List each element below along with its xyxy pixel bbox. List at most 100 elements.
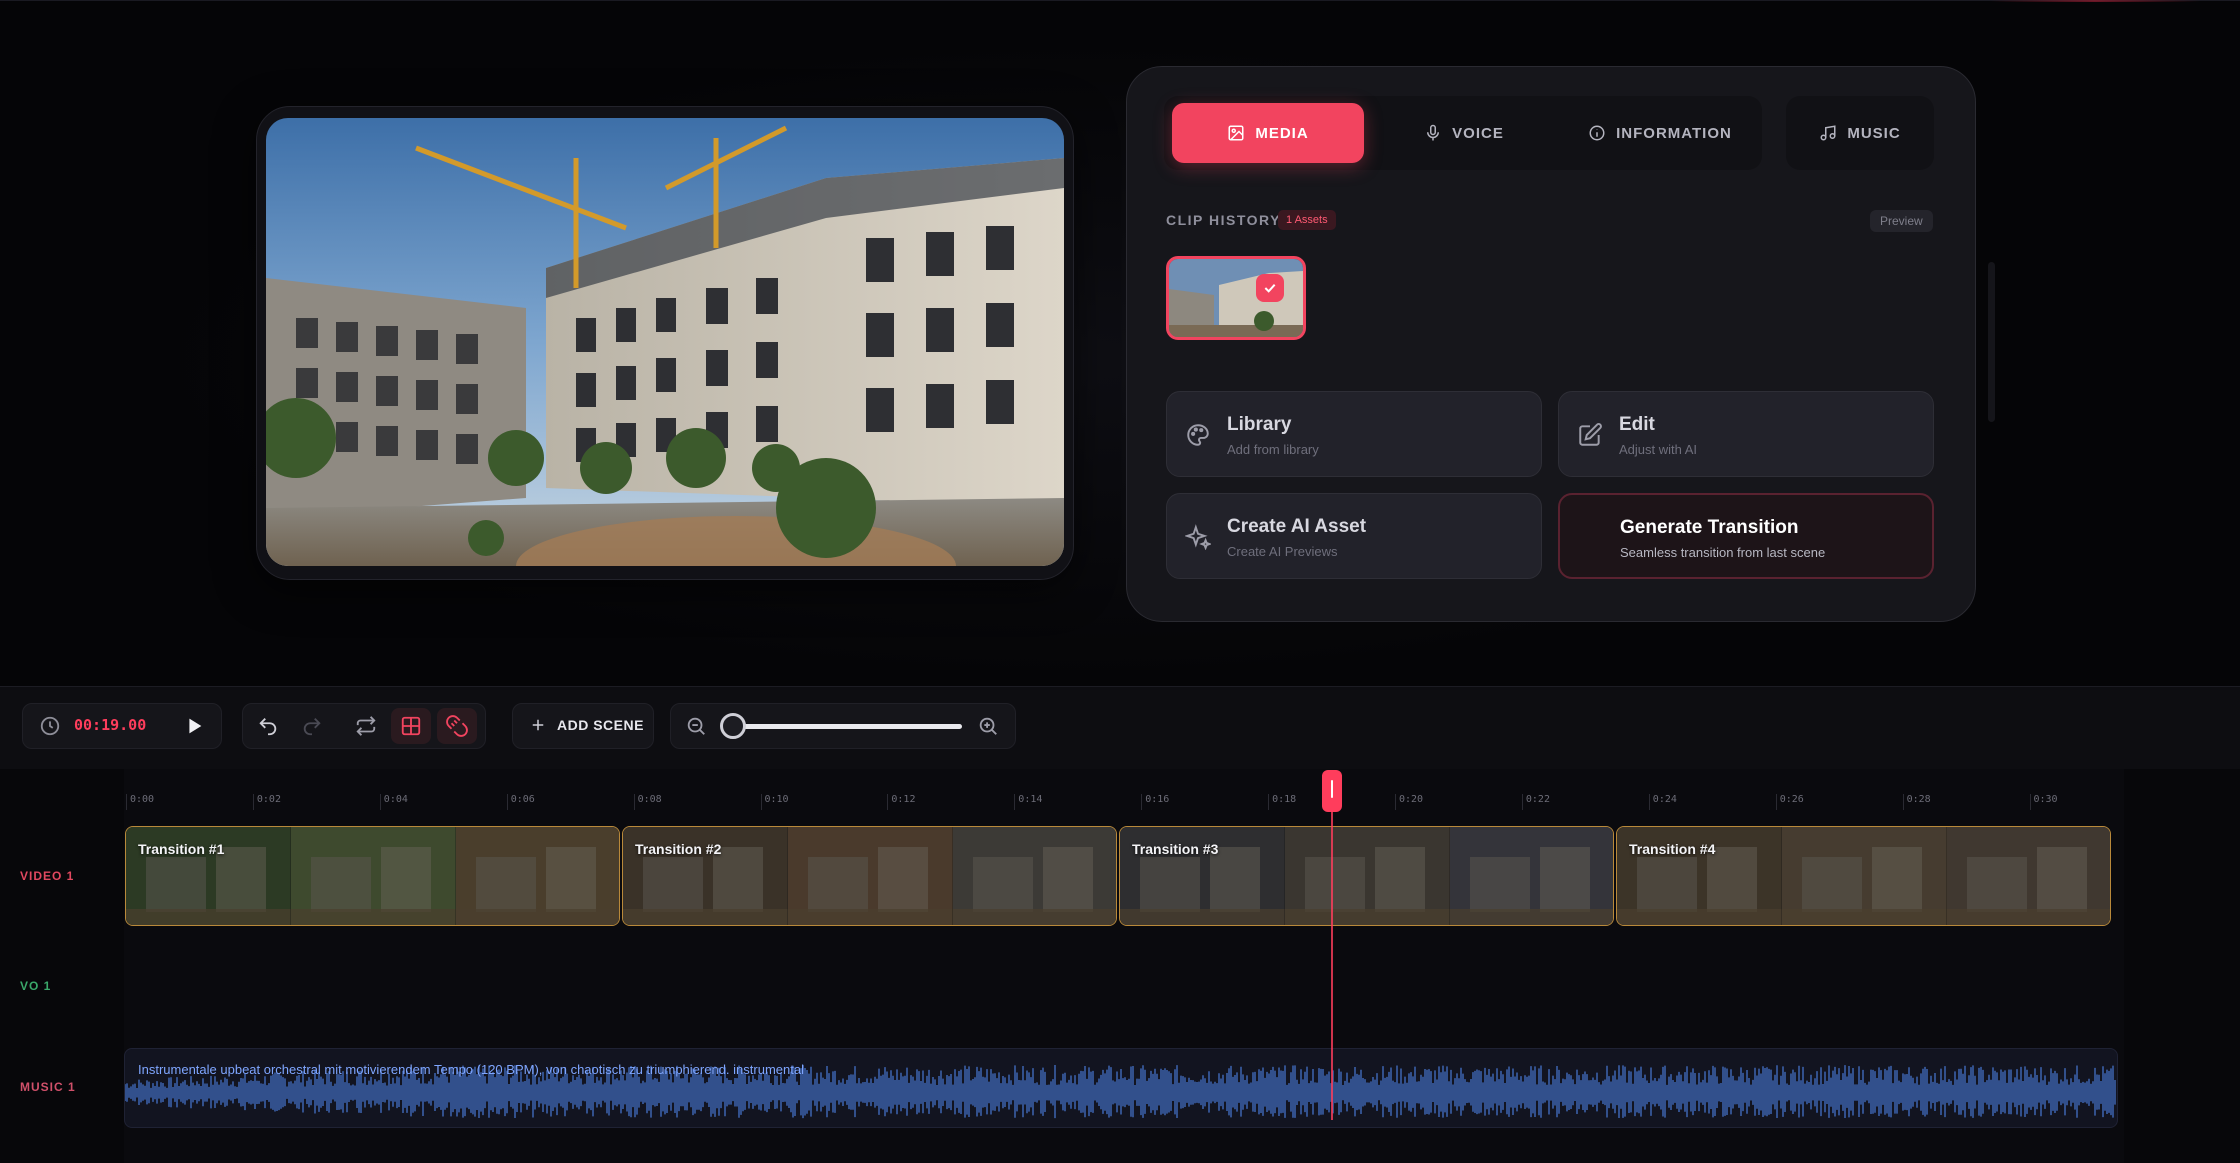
layout-toggle[interactable] (391, 708, 431, 744)
image-icon (1228, 125, 1244, 141)
create-ai-asset-button[interactable]: Create AI Asset Create AI Previews (1166, 493, 1542, 579)
action-title: Create AI Asset (1227, 516, 1367, 537)
ruler-tick-label: 0:10 (764, 794, 789, 805)
ruler-tick-label: 0:20 (1399, 794, 1424, 805)
zoom-out-icon[interactable] (685, 715, 707, 737)
magnet-icon (446, 715, 468, 737)
tab-music[interactable]: MUSIC (1792, 103, 1928, 163)
clip-label: Transition #4 (1629, 841, 1716, 857)
ruler-tick-mark (379, 794, 381, 810)
music-note-icon (1820, 125, 1836, 141)
video-clip[interactable]: Transition #2 (622, 826, 1117, 926)
ruler-tick-mark (1775, 794, 1777, 810)
ruler-tick-mark (1395, 794, 1396, 810)
ruler-tick-mark (1141, 794, 1143, 810)
track-label-video: VIDEO 1 (20, 869, 75, 883)
ruler-tick-mark (1648, 794, 1650, 810)
video-clip[interactable]: Transition #1 (125, 826, 620, 926)
redo-icon[interactable] (301, 715, 323, 737)
clip-history-thumbnail[interactable] (1166, 256, 1306, 340)
edit-icon (1579, 423, 1602, 446)
playhead-line (1331, 790, 1333, 1120)
zoom-in-icon[interactable] (977, 715, 999, 737)
current-timecode: 00:19.00 (74, 716, 147, 734)
track-label-music: MUSIC 1 (20, 1080, 76, 1094)
track-label-vo: VO 1 (20, 979, 52, 993)
clip-label: Transition #3 (1132, 841, 1219, 857)
playhead-grip (1331, 780, 1333, 798)
zoom-slider-handle[interactable] (720, 713, 746, 739)
action-title: Edit (1619, 414, 1655, 435)
play-icon[interactable] (183, 715, 205, 737)
generate-transition-button[interactable]: Generate Transition Seamless transition … (1558, 493, 1934, 579)
music-clip-label: Instrumentale upbeat orchestral mit moti… (138, 1062, 804, 1077)
undo-icon[interactable] (257, 715, 279, 737)
ruler-tick-label: 0:14 (1018, 794, 1043, 805)
ruler-tick-mark (633, 794, 635, 810)
ruler-tick-mark (1268, 794, 1270, 810)
tab-label: MEDIA (1255, 124, 1309, 142)
ruler-tick-mark (506, 794, 508, 810)
video-clip[interactable]: Transition #3 (1119, 826, 1614, 926)
clock-icon (40, 716, 60, 736)
preview-button[interactable]: Preview (1870, 210, 1933, 232)
tab-information[interactable]: INFORMATION (1564, 103, 1756, 163)
ruler-tick-label: 0:08 (637, 794, 662, 805)
ruler-tick-label: 0:26 (1779, 794, 1804, 805)
ruler-tick-label: 0:12 (891, 794, 916, 805)
ruler-tick-label: 0:30 (2033, 794, 2058, 805)
clip-label: Transition #2 (635, 841, 722, 857)
audio-waveform (125, 1065, 2116, 1119)
ruler-tick-mark (1902, 794, 1904, 810)
action-subtitle: Seamless transition from last scene (1620, 545, 1826, 560)
check-icon (1256, 274, 1284, 302)
edit-tools-group (242, 703, 486, 749)
action-title: Library (1227, 414, 1292, 435)
ruler-tick-label: 0:04 (383, 794, 408, 805)
panel-scrollbar[interactable] (1988, 262, 1995, 422)
ruler-tick-mark (760, 794, 762, 810)
edit-button[interactable]: Edit Adjust with AI (1558, 391, 1934, 477)
ruler-tick-mark (2029, 794, 2031, 810)
tab-label: MUSIC (1847, 124, 1901, 142)
clip-label: Transition #1 (138, 841, 225, 857)
ruler-tick-label: 0:06 (510, 794, 535, 805)
palette-icon (1187, 424, 1209, 446)
ruler-tick-label: 0:02 (256, 794, 281, 805)
ruler-tick-label: 0:16 (1145, 794, 1170, 805)
layout-grid-icon (401, 716, 421, 736)
ruler-tick-mark (887, 794, 889, 810)
zoom-slider-track[interactable] (730, 724, 962, 729)
preview-image (266, 118, 1064, 566)
music-clip[interactable] (124, 1048, 2118, 1128)
tab-media[interactable]: MEDIA (1172, 103, 1364, 163)
plus-icon (532, 719, 544, 731)
ruler-tick-label: 0:22 (1525, 794, 1550, 805)
sparkles-icon (1185, 524, 1211, 550)
info-icon (1589, 125, 1605, 141)
tab-label: VOICE (1452, 124, 1504, 142)
action-subtitle: Adjust with AI (1619, 442, 1698, 457)
ruler-tick-mark (126, 794, 127, 810)
ruler-tick-label: 0:24 (1652, 794, 1677, 805)
assets-count-badge: 1 Assets (1278, 210, 1336, 230)
microphone-icon (1427, 124, 1440, 141)
top-accent-line (1990, 0, 2200, 2)
magnet-toggle[interactable] (437, 708, 477, 744)
add-scene-label: ADD SCENE (557, 717, 644, 733)
tab-voice[interactable]: VOICE (1372, 103, 1556, 163)
library-button[interactable]: Library Add from library (1166, 391, 1542, 477)
ruler-tick-mark (1521, 794, 1523, 810)
action-subtitle: Create AI Previews (1227, 544, 1338, 559)
ruler-tick-mark (1014, 794, 1016, 810)
video-preview[interactable] (266, 118, 1064, 566)
clip-history-label: CLIP HISTORY (1166, 212, 1281, 228)
ruler-tick-mark (252, 794, 254, 810)
video-clip[interactable]: Transition #4 (1616, 826, 2111, 926)
action-title: Generate Transition (1620, 517, 1799, 538)
action-subtitle: Add from library (1227, 442, 1319, 457)
loop-icon[interactable] (355, 715, 377, 737)
ruler-tick-label: 0:18 (1272, 794, 1297, 805)
ruler-tick-label: 0:28 (1906, 794, 1931, 805)
ruler-tick-label: 0:00 (130, 794, 155, 805)
